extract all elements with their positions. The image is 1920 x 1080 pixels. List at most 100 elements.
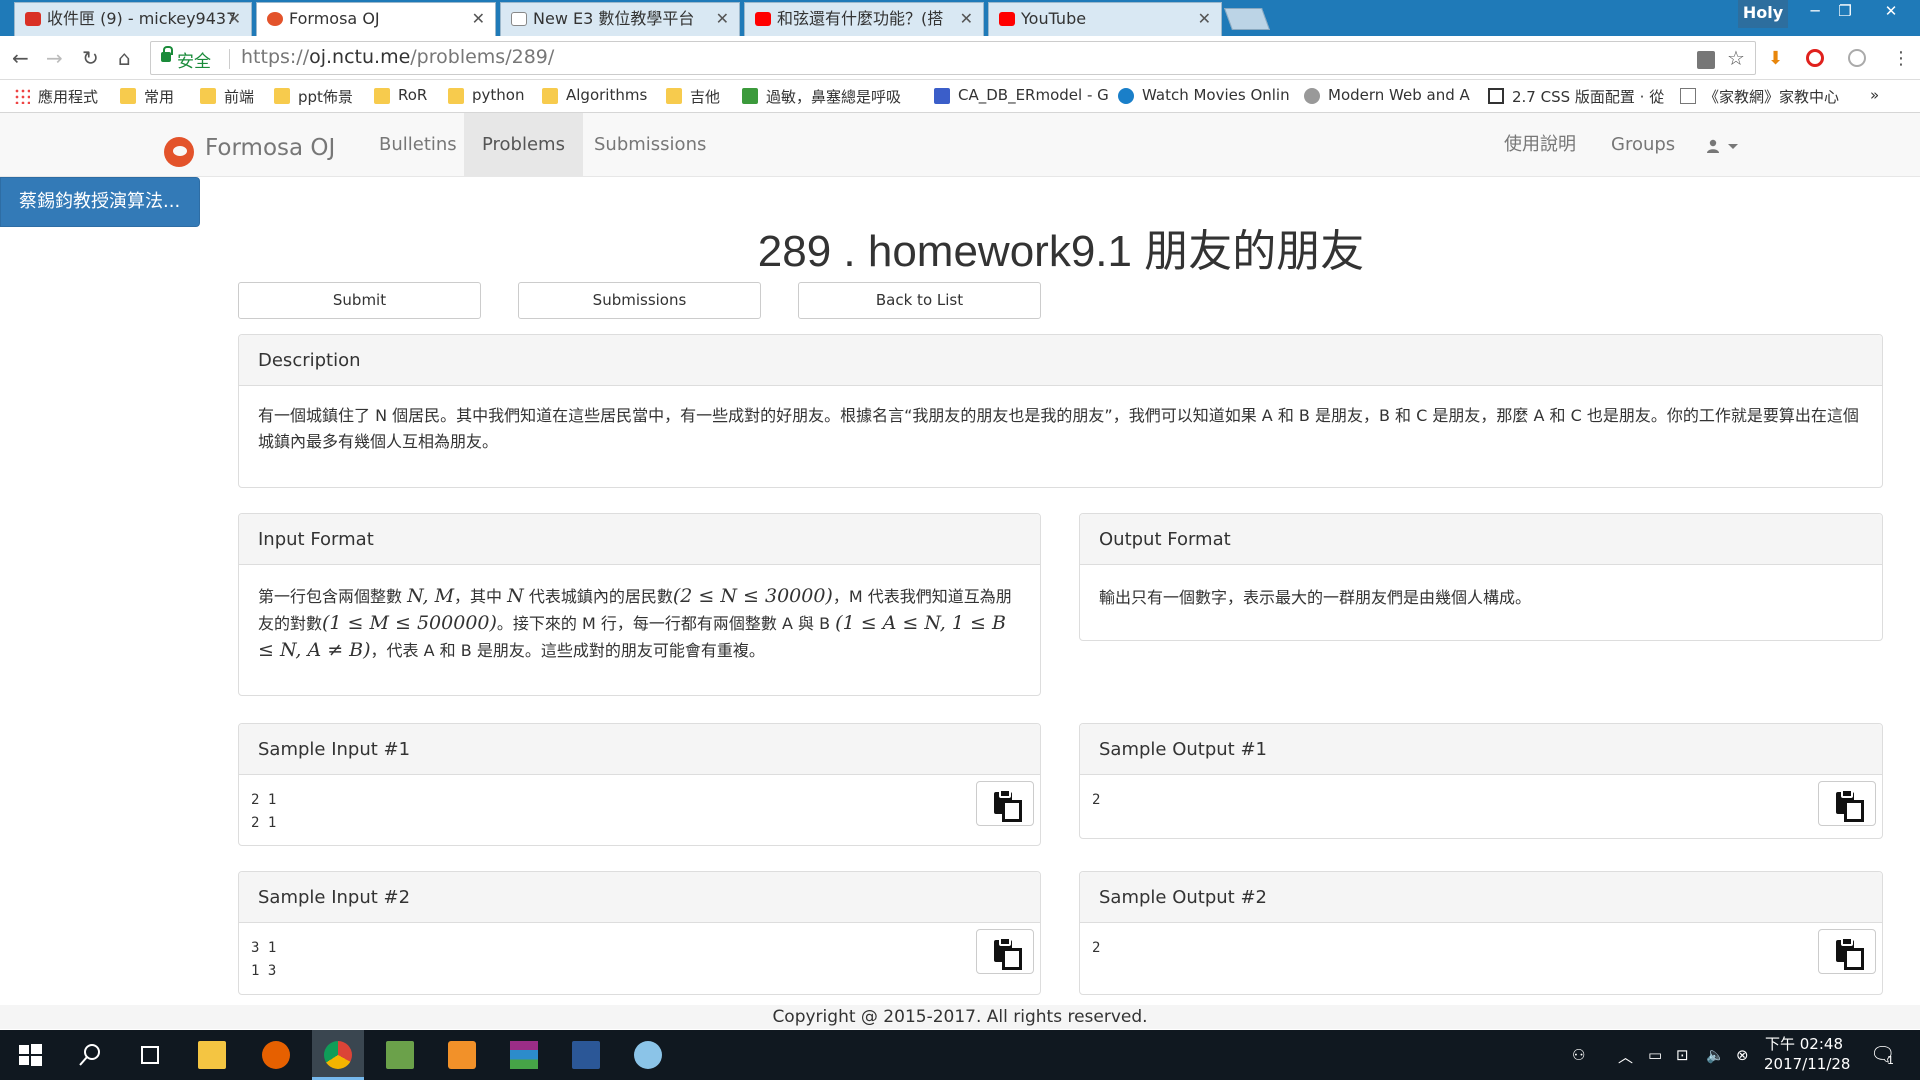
forward-icon[interactable]: →: [46, 46, 63, 70]
volume-icon[interactable]: 🔈: [1706, 1046, 1725, 1064]
copy-button[interactable]: [1818, 929, 1876, 974]
battery-icon[interactable]: ▭: [1648, 1046, 1662, 1064]
book-icon: [1488, 88, 1504, 104]
opera-icon[interactable]: [1806, 49, 1824, 67]
star-icon[interactable]: ☆: [1727, 46, 1745, 70]
sample-input-code[interactable]: 2 1 2 1: [239, 775, 1040, 849]
more-bookmarks-button[interactable]: »: [1870, 86, 1879, 104]
translate-icon[interactable]: [1697, 51, 1715, 69]
code-line: 1 3: [251, 963, 277, 979]
spreadsheet-icon[interactable]: [386, 1041, 414, 1069]
bookmark-folder[interactable]: 吉他: [666, 86, 720, 107]
restore-icon[interactable]: ❐: [1826, 0, 1864, 22]
clipboard-icon: [1836, 789, 1864, 822]
back-to-list-button[interactable]: Back to List: [798, 282, 1041, 319]
course-button[interactable]: 蔡錫鈞教授演算法...: [0, 177, 200, 227]
close-tab-icon[interactable]: ✕: [960, 3, 973, 35]
bookmark-folder[interactable]: Algorithms: [542, 86, 647, 104]
reload-icon[interactable]: ↻: [82, 46, 99, 70]
system-clock[interactable]: 下午 02:48 2017/11/28: [1764, 1034, 1850, 1074]
bookmark-label: RoR: [398, 86, 428, 104]
profile-button[interactable]: Holy: [1738, 0, 1788, 28]
tab-gmail[interactable]: 收件匣 (9) - mickey9437 ✕: [14, 2, 252, 36]
close-tab-icon[interactable]: ✕: [228, 3, 241, 35]
nav-bulletins[interactable]: Bulletins: [361, 113, 475, 177]
bookmark-css[interactable]: 2.7 CSS 版面配置 · 從: [1488, 86, 1664, 107]
winrar-icon[interactable]: [510, 1041, 538, 1069]
sample-output-panel: Sample Output #2 2: [1079, 871, 1883, 995]
chrome-icon[interactable]: [324, 1041, 352, 1069]
close-tab-icon[interactable]: ✕: [716, 3, 729, 35]
panel-heading: Sample Output #1: [1080, 724, 1882, 775]
sample-output-code[interactable]: 2: [1080, 775, 1882, 826]
windows-start-icon[interactable]: [16, 1041, 44, 1069]
bookmark-label: CA_DB_ERmodel - G: [958, 86, 1109, 104]
url-text[interactable]: https://oj.nctu.me/problems/289/: [241, 46, 554, 68]
submissions-button[interactable]: Submissions: [518, 282, 761, 319]
sample-input-code[interactable]: 3 1 1 3: [239, 923, 1040, 997]
bookmark-er-model[interactable]: CA_DB_ERmodel - G: [934, 86, 1109, 104]
user-icon[interactable]: [1706, 139, 1720, 153]
formosa-logo-icon[interactable]: [164, 137, 194, 167]
description-panel: Description 有一個城鎮住了 N 個居民。其中我們知道在這些居民當中，…: [238, 334, 1883, 488]
tab-youtube-chord[interactable]: 和弦還有什麼功能？(搭 ✕: [744, 2, 984, 36]
panel-heading: Input Format: [239, 514, 1040, 565]
bookmark-folder[interactable]: 常用: [120, 86, 174, 107]
tab-label: New E3 數位教學平台: [533, 9, 695, 28]
tab-new-e3[interactable]: New E3 數位教學平台 ✕: [500, 2, 740, 36]
home-icon[interactable]: ⌂: [118, 46, 131, 70]
menu-icon[interactable]: ⋮: [1892, 48, 1910, 69]
bookmark-apps[interactable]: 應用程式: [14, 86, 98, 107]
firefox-icon[interactable]: [262, 1041, 290, 1069]
bookmark-label: Watch Movies Onlin: [1142, 86, 1290, 104]
nav-submissions[interactable]: Submissions: [576, 113, 724, 177]
sample-output-code[interactable]: 2: [1080, 923, 1882, 974]
sublime-text-icon[interactable]: [448, 1041, 476, 1069]
bookmark-movies[interactable]: Watch Movies Onlin: [1118, 86, 1290, 104]
browser-tab-bar: 收件匣 (9) - mickey9437 ✕ Formosa OJ ✕ New …: [0, 0, 1920, 36]
new-tab-button[interactable]: [1223, 8, 1271, 30]
math-expression: (2 ≤ N ≤ 30000): [672, 585, 833, 607]
network-icon[interactable]: ⊡: [1676, 1046, 1689, 1064]
nav-help[interactable]: 使用說明: [1486, 113, 1594, 177]
tab-formosa-oj[interactable]: Formosa OJ ✕: [256, 2, 496, 36]
brand-name[interactable]: Formosa OJ: [205, 135, 335, 161]
bookmark-tutor[interactable]: 《家教網》家教中心: [1680, 86, 1839, 107]
word-icon[interactable]: [572, 1041, 600, 1069]
file-explorer-icon[interactable]: [198, 1041, 226, 1069]
submit-button[interactable]: Submit: [238, 282, 481, 319]
nav-problems[interactable]: Problems: [464, 113, 583, 177]
bookmark-folder[interactable]: ppt佈景: [274, 86, 353, 107]
back-icon[interactable]: ←: [12, 46, 29, 70]
bookmark-folder[interactable]: python: [448, 86, 524, 104]
bookmarks-bar: 應用程式 常用 前端 ppt佈景 RoR python Algorithms 吉…: [0, 80, 1920, 113]
windows-taskbar: ⚇ ︿ ▭ ⊡ 🔈 ⊗ 下午 02:48 2017/11/28 🗨 1: [0, 1030, 1920, 1080]
paint-icon[interactable]: [634, 1041, 662, 1069]
bookmark-modern-web[interactable]: Modern Web and A: [1304, 86, 1470, 104]
folder-icon: [666, 88, 682, 104]
download-icon[interactable]: ⬇: [1768, 48, 1783, 69]
copy-button[interactable]: [976, 781, 1034, 826]
address-bar[interactable]: 安全 https://oj.nctu.me/problems/289/ ☆: [150, 41, 1756, 75]
ime-icon[interactable]: ⊗: [1736, 1046, 1749, 1064]
bookmark-allergy[interactable]: 過敏，鼻塞總是呼吸: [742, 86, 901, 107]
chevron-up-icon[interactable]: ︿: [1618, 1046, 1633, 1067]
people-icon[interactable]: ⚇: [1572, 1046, 1585, 1064]
globe-icon: [1304, 88, 1320, 104]
text-run: 。接下來的 M 行，每一行都有兩個整數 A 與 B: [496, 614, 836, 633]
bookmark-label: 應用程式: [38, 88, 99, 106]
close-window-icon[interactable]: ✕: [1872, 0, 1910, 22]
copy-button[interactable]: [976, 929, 1034, 974]
task-view-icon[interactable]: [136, 1041, 164, 1069]
bookmark-folder[interactable]: RoR: [374, 86, 427, 104]
extension-icon[interactable]: [1848, 49, 1866, 67]
search-icon[interactable]: [76, 1041, 104, 1069]
bookmark-folder[interactable]: 前端: [200, 86, 254, 107]
close-tab-icon[interactable]: ✕: [1198, 3, 1211, 35]
chevron-down-icon[interactable]: [1728, 144, 1738, 149]
nav-groups[interactable]: Groups: [1593, 113, 1693, 177]
panel-heading: Sample Output #2: [1080, 872, 1882, 923]
close-tab-icon[interactable]: ✕: [472, 3, 485, 35]
copy-button[interactable]: [1818, 781, 1876, 826]
tab-youtube[interactable]: YouTube ✕: [988, 2, 1222, 36]
